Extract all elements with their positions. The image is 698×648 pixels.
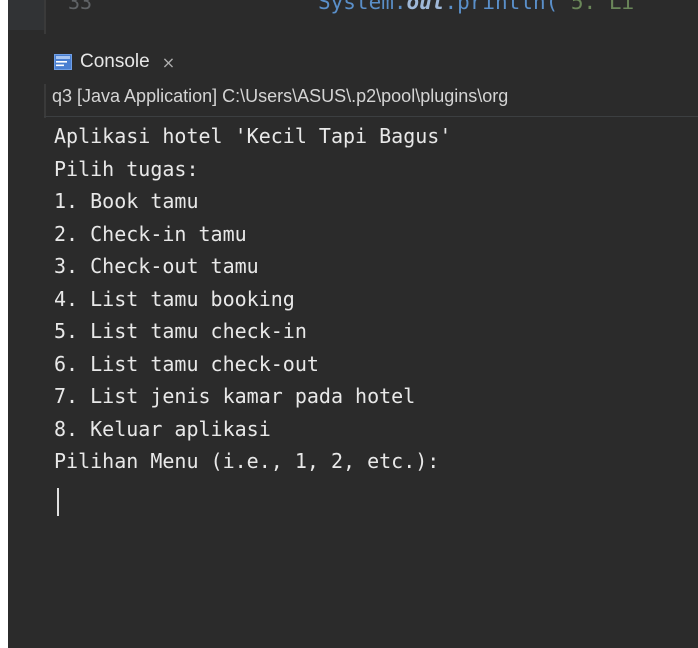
tab-console-label: Console	[80, 51, 150, 72]
output-line: Pilihan Menu (i.e., 1, 2, etc.):	[54, 449, 440, 473]
output-line: 1. Book tamu	[54, 189, 199, 213]
code-line[interactable]: System.out.println("5. Li	[318, 0, 634, 14]
console-output: Aplikasi hotel 'Kecil Tapi Bagus' Pilih t…	[54, 120, 451, 478]
text-caret	[57, 488, 59, 516]
output-line: 6. List tamu check-out	[54, 351, 319, 376]
output-line: 8. Keluar aplikasi	[54, 416, 271, 441]
tab-console[interactable]: Console ×	[54, 42, 175, 82]
code-string: "5. Li	[558, 0, 635, 14]
close-icon[interactable]: ×	[162, 53, 175, 72]
line-number: 33	[68, 0, 93, 14]
code-prefix: System.	[318, 0, 407, 14]
code-editor[interactable]: 33 System.out.println("5. Li	[8, 0, 698, 30]
output-line: 7. List jenis kamar pada hotel	[54, 384, 416, 408]
console-icon	[54, 54, 72, 70]
window-left-edge	[0, 0, 8, 648]
editor-gutter	[8, 0, 46, 30]
eclipse-window: 33 System.out.println("5. Li Console × q…	[0, 0, 698, 648]
output-line: 4. List tamu booking	[54, 286, 295, 311]
output-line: 3. Check-out tamu	[54, 254, 259, 278]
console-output-area[interactable]: Aplikasi hotel 'Kecil Tapi Bagus' Pilih t…	[44, 118, 698, 648]
launch-description: q3 [Java Application] C:\Users\ASUS\.p2\…	[52, 86, 509, 106]
output-line: Pilih tugas:	[54, 156, 199, 181]
code-method: .println(	[444, 0, 559, 14]
output-line: 2. Check-in tamu	[54, 221, 247, 246]
code-keyword: out	[406, 0, 445, 14]
output-line: 5. List tamu check-in	[54, 319, 307, 343]
divider	[44, 116, 698, 117]
console-tab-bar: Console ×	[8, 34, 698, 84]
output-line: Aplikasi hotel 'Kecil Tapi Bagus'	[54, 124, 452, 148]
